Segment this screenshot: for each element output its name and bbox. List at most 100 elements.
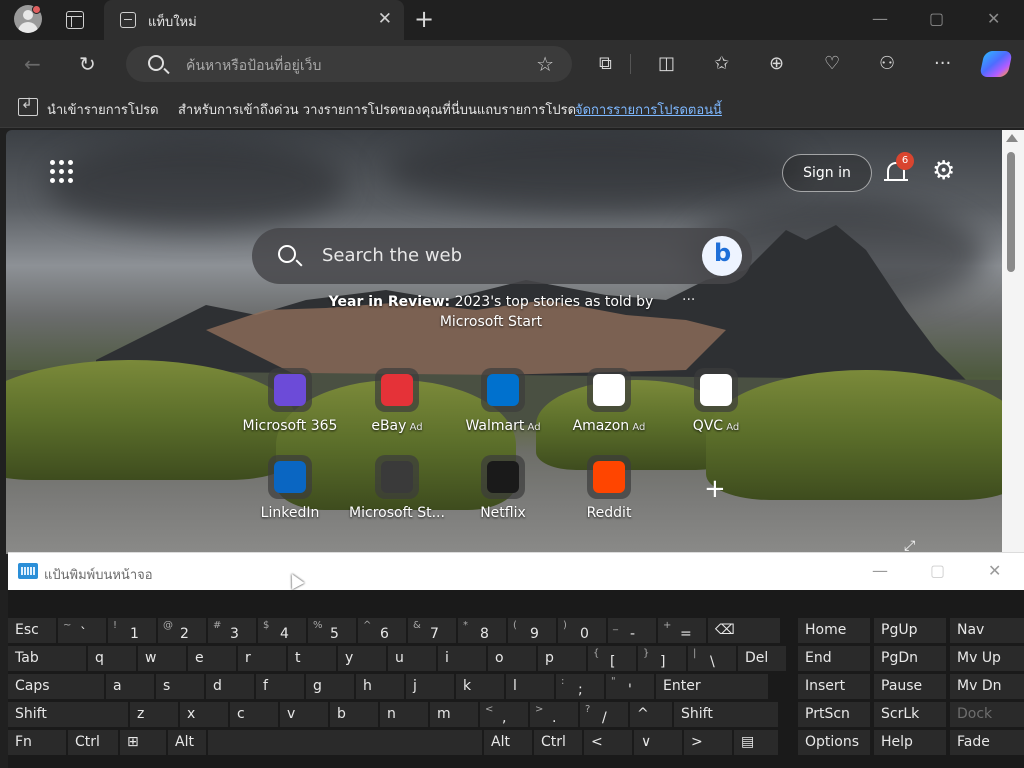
- key-[interactable]: }]: [638, 646, 686, 671]
- key-[interactable]: | \: [688, 646, 736, 671]
- key-u[interactable]: u: [388, 646, 436, 671]
- osk-minimize-button[interactable]: —: [872, 561, 888, 580]
- key-nav[interactable]: Nav: [950, 618, 1024, 643]
- key-[interactable]: ∨: [634, 730, 682, 755]
- key-e[interactable]: e: [188, 646, 236, 671]
- scroll-up-icon[interactable]: [1006, 134, 1018, 142]
- quick-link-tile[interactable]: Amazon Ad: [554, 368, 664, 438]
- key-help[interactable]: Help: [874, 730, 946, 755]
- key-pgdn[interactable]: PgDn: [874, 646, 946, 671]
- quick-link-tile[interactable]: Microsoft St...: [342, 455, 452, 525]
- key-options[interactable]: Options: [798, 730, 870, 755]
- key-pgup[interactable]: PgUp: [874, 618, 946, 643]
- key-Fn[interactable]: Fn: [8, 730, 66, 755]
- extensions-icon[interactable]: ⧉: [599, 52, 612, 76]
- key-Esc[interactable]: Esc: [8, 618, 56, 643]
- address-bar[interactable]: ค้นหาหรือป้อนที่อยู่เว็บ ☆: [126, 46, 572, 82]
- key-Caps[interactable]: Caps: [8, 674, 104, 699]
- key-j[interactable]: j: [406, 674, 454, 699]
- key-[interactable]: ~ `: [58, 618, 106, 643]
- key-[interactable]: ? /: [580, 702, 628, 727]
- more-icon[interactable]: ···: [934, 52, 951, 76]
- maximize-button[interactable]: ▢: [929, 9, 944, 28]
- key-[interactable]: + =: [658, 618, 706, 643]
- key-q[interactable]: q: [88, 646, 136, 671]
- key-h[interactable]: h: [356, 674, 404, 699]
- key-mvup[interactable]: Mv Up: [950, 646, 1024, 671]
- key-Ctrl[interactable]: Ctrl: [68, 730, 118, 755]
- key-r[interactable]: r: [238, 646, 286, 671]
- manage-favorites-link[interactable]: จัดการรายการโปรดตอนนี้: [575, 99, 722, 120]
- key-[interactable]: <: [584, 730, 632, 755]
- scrollbar-thumb[interactable]: [1007, 152, 1015, 272]
- key-y[interactable]: y: [338, 646, 386, 671]
- settings-gear-icon[interactable]: ⚙: [932, 156, 955, 186]
- tab-new-tab[interactable]: แท็บใหม่ ✕: [104, 0, 404, 40]
- top-story-headline[interactable]: Year in Review: 2023's top stories as to…: [306, 292, 676, 332]
- quick-link-tile[interactable]: Netflix: [448, 455, 558, 525]
- key-0[interactable]: ) 0: [558, 618, 606, 643]
- key-c[interactable]: c: [230, 702, 278, 727]
- key-x[interactable]: x: [180, 702, 228, 727]
- key-home[interactable]: Home: [798, 618, 870, 643]
- key-f[interactable]: f: [256, 674, 304, 699]
- favorites-icon[interactable]: ✩: [714, 52, 729, 76]
- quick-link-tile[interactable]: LinkedIn: [235, 455, 345, 525]
- key-a[interactable]: a: [106, 674, 154, 699]
- key-i[interactable]: i: [438, 646, 486, 671]
- key-end[interactable]: End: [798, 646, 870, 671]
- key-[interactable]: >.: [530, 702, 578, 727]
- key-Alt[interactable]: Alt: [484, 730, 532, 755]
- osk-title-bar[interactable]: แป้นพิมพ์บนหน้าจอ — ▢ ✕: [8, 552, 1024, 590]
- key-Enter[interactable]: Enter: [656, 674, 768, 699]
- key-v[interactable]: v: [280, 702, 328, 727]
- key-[interactable]: " ': [606, 674, 654, 699]
- browser-essentials-icon[interactable]: ♡: [824, 52, 840, 76]
- key-b[interactable]: b: [330, 702, 378, 727]
- import-favorites-icon[interactable]: [18, 96, 38, 116]
- key-[interactable]: <,: [480, 702, 528, 727]
- tab-actions-icon[interactable]: [66, 11, 84, 29]
- key-s[interactable]: s: [156, 674, 204, 699]
- key-k[interactable]: k: [456, 674, 504, 699]
- key-pause[interactable]: Pause: [874, 674, 946, 699]
- back-button[interactable]: ←: [24, 52, 41, 76]
- key-9[interactable]: (9: [508, 618, 556, 643]
- key-[interactable]: >: [684, 730, 732, 755]
- workspaces-icon[interactable]: ⚇: [879, 52, 895, 76]
- key-6[interactable]: ^ 6: [358, 618, 406, 643]
- key-fade[interactable]: Fade: [950, 730, 1024, 755]
- key-4[interactable]: $4: [258, 618, 306, 643]
- import-favorites-button[interactable]: นำเข้ารายการโปรด: [47, 99, 159, 120]
- key-n[interactable]: n: [380, 702, 428, 727]
- key-[interactable]: _ -: [608, 618, 656, 643]
- tab-close-icon[interactable]: ✕: [378, 9, 392, 29]
- key-m[interactable]: m: [430, 702, 478, 727]
- sign-in-button[interactable]: Sign in: [782, 154, 872, 192]
- key-Tab[interactable]: Tab: [8, 646, 86, 671]
- split-screen-icon[interactable]: ◫: [658, 52, 675, 76]
- key-z[interactable]: z: [130, 702, 178, 727]
- key-1[interactable]: ! 1: [108, 618, 156, 643]
- key-g[interactable]: g: [306, 674, 354, 699]
- key-p[interactable]: p: [538, 646, 586, 671]
- key-prtscn[interactable]: PrtScn: [798, 702, 870, 727]
- story-more-icon[interactable]: ···: [682, 292, 695, 308]
- bing-icon[interactable]: [702, 236, 742, 276]
- add-site-button[interactable]: +: [704, 474, 726, 504]
- apps-grid-icon[interactable]: [50, 160, 74, 184]
- copilot-icon[interactable]: [979, 51, 1013, 77]
- key-[interactable]: ▤: [734, 730, 778, 755]
- quick-link-tile[interactable]: Reddit: [554, 455, 664, 525]
- quick-link-tile[interactable]: eBay Ad: [342, 368, 452, 438]
- new-tab-button[interactable]: +: [414, 6, 434, 32]
- key-dock[interactable]: Dock: [950, 702, 1024, 727]
- key-w[interactable]: w: [138, 646, 186, 671]
- key-Alt[interactable]: Alt: [168, 730, 206, 755]
- key-d[interactable]: d: [206, 674, 254, 699]
- key-[interactable]: ⌫: [708, 618, 780, 643]
- key-[interactable]: {[: [588, 646, 636, 671]
- key-7[interactable]: & 7: [408, 618, 456, 643]
- page-scrollbar[interactable]: [1002, 130, 1024, 554]
- quick-link-tile[interactable]: Microsoft 365: [235, 368, 345, 438]
